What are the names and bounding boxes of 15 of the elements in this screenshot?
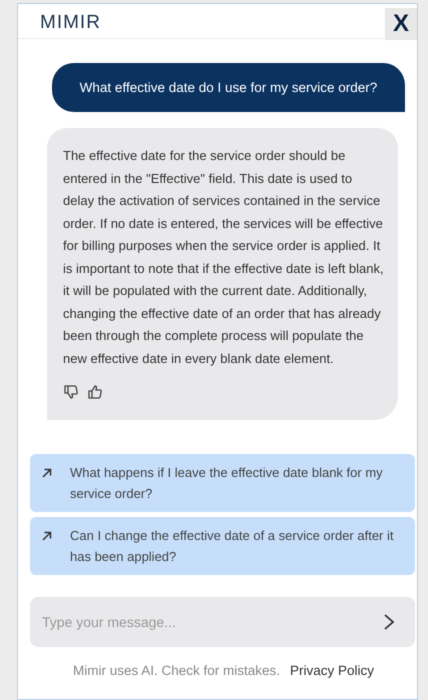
thumbs-down-icon[interactable] [63,384,79,400]
send-icon[interactable] [383,613,395,631]
user-message: What effective date do I use for my service order? [52,63,405,112]
privacy-policy-link[interactable]: Privacy Policy [290,663,374,678]
suggestion-button[interactable]: Can I change the effective date of a service order after it has been applied? [30,517,415,575]
message-field[interactable]: Type your message... [30,597,415,647]
message-input[interactable]: Type your message... [42,608,383,636]
disclaimer-text: Mimir uses AI. Check for mistakes. [72,663,280,678]
suggestion-button[interactable]: What happens if I leave the effective date blank for my service order? [30,454,415,512]
arrow-icon [42,531,52,541]
arrow-icon [42,468,52,478]
close-button[interactable]: X [385,8,417,40]
logo: MIMIR [40,12,101,34]
thumbs-up-icon[interactable] [87,384,103,400]
bot-message-text: The effective date for the service order should be entered in the "Effective" field. This date is used to delay the activation of services contained in the service order. If no date is entered, the services will be effective for billing purposes when the service order is applied. It is important to note that if the effective date is left blank, it will be populated with the current date. Additionally, changing the effective date of an order that has already been through the complete process will populate the new effective date in every blank date element. [63,147,384,368]
